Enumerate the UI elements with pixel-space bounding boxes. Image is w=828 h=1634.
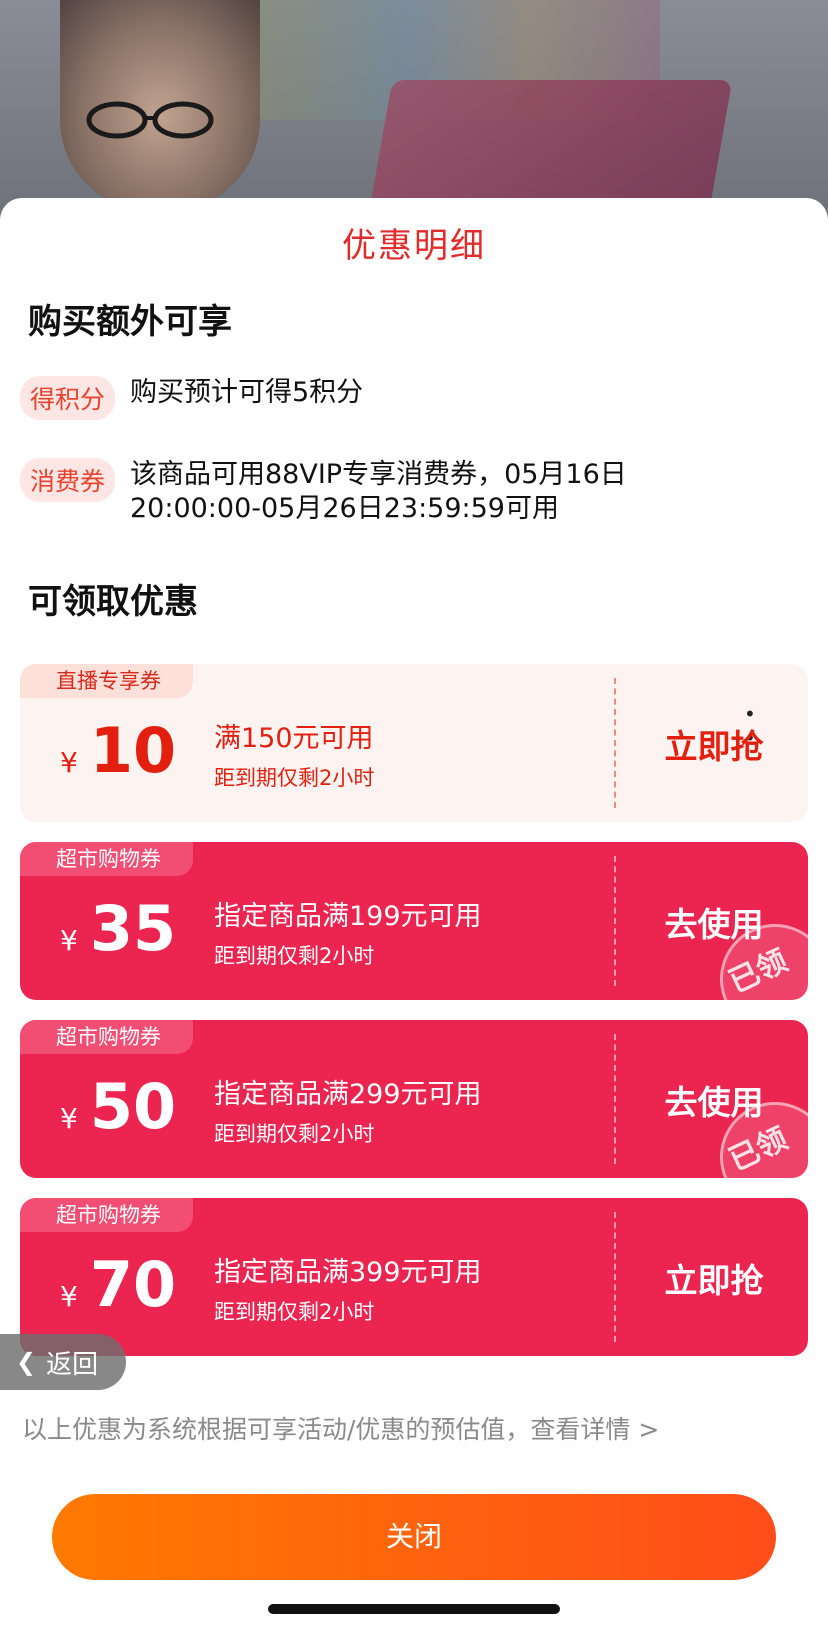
coupon-amount: ¥ 35 (60, 892, 176, 972)
benefit-row-points: 得积分 购买预计可得5积分 (20, 376, 808, 420)
coupon-tag: 超市购物券 (20, 842, 193, 876)
currency-symbol: ¥ (60, 1102, 78, 1135)
back-button[interactable]: ❮ 返回 (0, 1334, 126, 1390)
coupon-expiry: 距到期仅剩2小时 (214, 1300, 375, 1324)
coupon-tag: 超市购物券 (20, 1198, 193, 1232)
benefit-text: 该商品可用88VIP专享消费券，05月16日 20:00:00-05月26日23… (130, 459, 627, 524)
extra-benefits-heading: 购买额外可享 (28, 302, 232, 342)
coupon-divider (614, 1034, 616, 1164)
estimate-footnote-link[interactable]: 以上优惠为系统根据可享活动/优惠的预估值，查看详情 > (22, 1410, 659, 1446)
currency-symbol: ¥ (60, 924, 78, 957)
coupon-amount: ¥ 70 (60, 1248, 176, 1328)
coupon-value: 50 (89, 1070, 177, 1143)
coupon-tag: 直播专享券 (20, 664, 193, 698)
coupon-condition: 指定商品满199元可用 (214, 901, 482, 932)
chevron-left-icon: ❮ (16, 1348, 37, 1376)
home-indicator (268, 1604, 560, 1614)
benefit-text: 购买预计可得5积分 (130, 377, 364, 408)
coupon-card[interactable]: 超市购物券 ¥ 50 指定商品满299元可用 距到期仅剩2小时 去使用 已领 (20, 1020, 808, 1178)
close-button[interactable]: 关闭 (52, 1494, 776, 1580)
back-button-label: 返回 (46, 1349, 99, 1380)
coupon-card[interactable]: 直播专享券 ¥ 10 满150元可用 距到期仅剩2小时 • • 立即抢 (20, 664, 808, 822)
coupon-condition: 指定商品满399元可用 (214, 1257, 482, 1288)
coupon-amount: ¥ 50 (60, 1070, 176, 1150)
coupon-value: 10 (89, 714, 177, 787)
available-offers-heading: 可领取优惠 (28, 582, 198, 622)
coupon-expiry: 距到期仅剩2小时 (214, 766, 375, 790)
benefit-tag: 得积分 (20, 376, 116, 420)
benefit-tag: 消费券 (20, 458, 116, 502)
coupon-divider (614, 678, 616, 808)
currency-symbol: ¥ (60, 746, 78, 779)
grab-now-button[interactable]: 立即抢 (620, 720, 808, 768)
coupon-expiry: 距到期仅剩2小时 (214, 944, 375, 968)
glasses-shape (86, 101, 214, 139)
coupon-divider (614, 1212, 616, 1342)
coupon-condition: 指定商品满299元可用 (214, 1079, 482, 1110)
sheet-title: 优惠明细 (342, 226, 486, 266)
coupon-expiry: 距到期仅剩2小时 (214, 1122, 375, 1146)
coupon-value: 35 (89, 892, 177, 965)
benefit-row-voucher: 消费券 该商品可用88VIP专享消费券，05月16日 20:00:00-05月2… (20, 458, 808, 538)
coupon-value: 70 (89, 1248, 177, 1321)
grab-now-button[interactable]: 立即抢 (620, 1254, 808, 1302)
coupon-condition: 满150元可用 (214, 723, 374, 754)
coupon-divider (614, 856, 616, 986)
currency-symbol: ¥ (60, 1280, 78, 1313)
coupon-card[interactable]: 超市购物券 ¥ 35 指定商品满199元可用 距到期仅剩2小时 去使用 已领 (20, 842, 808, 1000)
coupon-tag: 超市购物券 (20, 1020, 193, 1054)
coupon-card[interactable]: 超市购物券 ¥ 70 指定商品满399元可用 距到期仅剩2小时 立即抢 (20, 1198, 808, 1356)
live-stream-background (0, 0, 828, 230)
coupon-amount: ¥ 10 (60, 714, 176, 794)
